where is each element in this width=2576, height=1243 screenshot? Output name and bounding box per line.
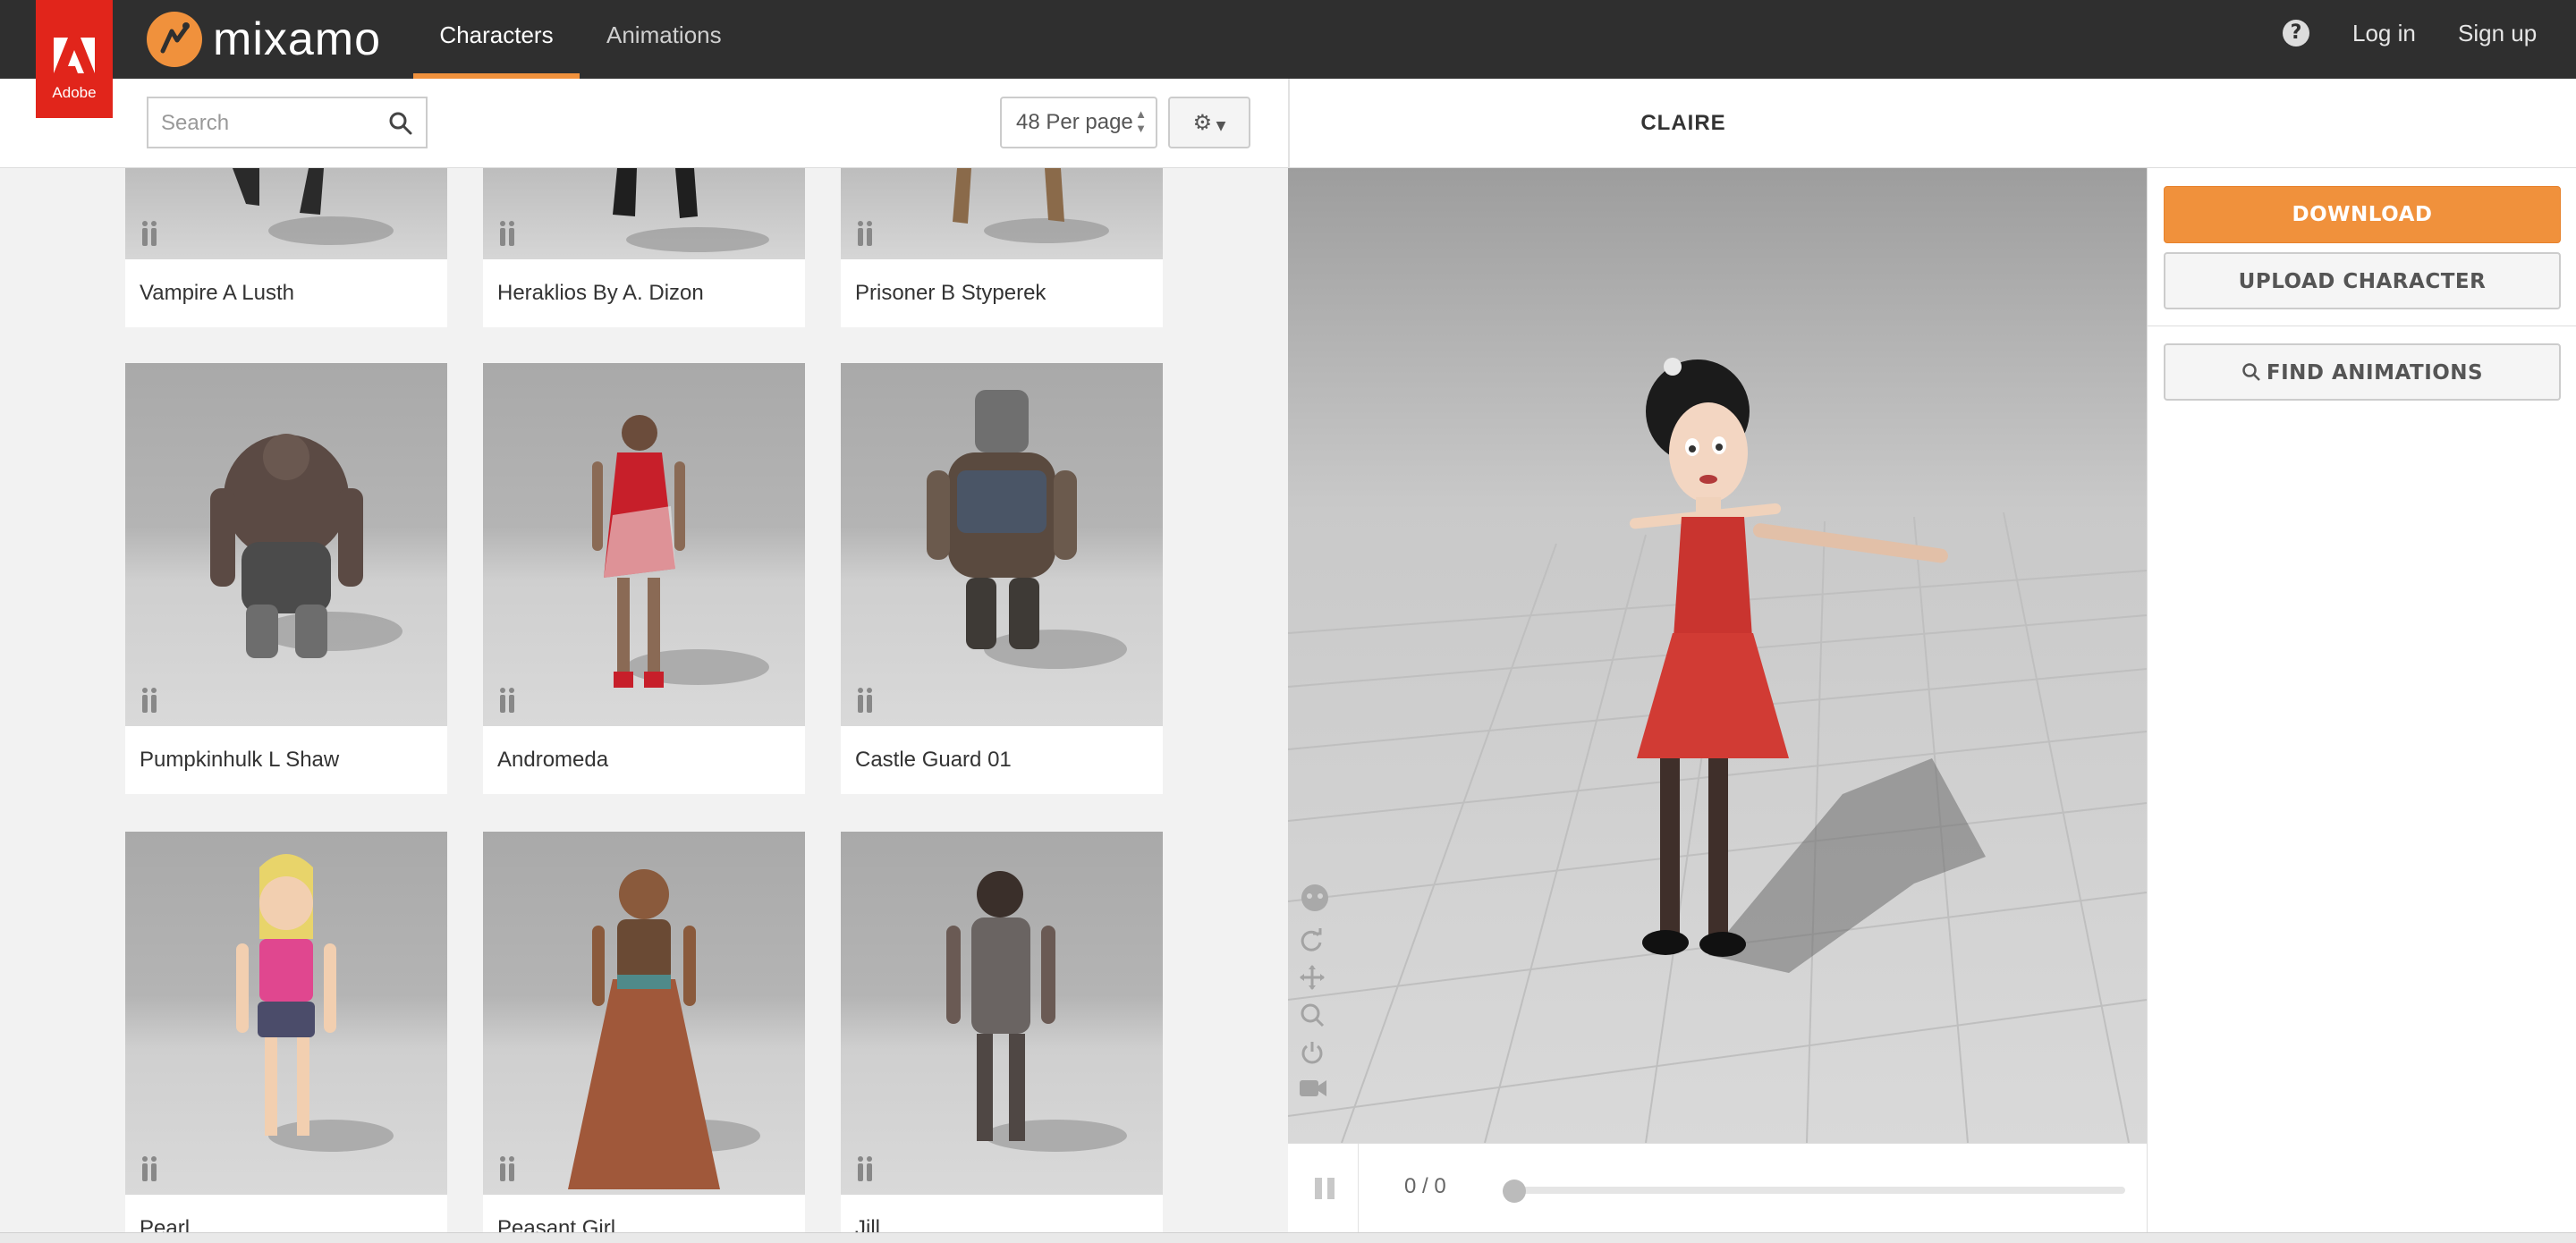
- mixamo-logo-icon: [147, 12, 202, 67]
- rigged-character-icon: [500, 688, 514, 713]
- characters-toolbar: 48 Per page ▲▼ ⚙ ▼: [0, 79, 1288, 168]
- caret-down-icon: ▼: [1212, 119, 1226, 133]
- rigged-character-icon: [858, 1156, 872, 1181]
- power-icon[interactable]: [1299, 1039, 1326, 1066]
- rigged-character-icon: [142, 688, 157, 713]
- playback-bar: 0 / 0: [1288, 1143, 2147, 1233]
- character-thumbnail: [841, 168, 1163, 259]
- character-thumbnail: [483, 168, 805, 259]
- playback-divider: [1358, 1144, 1359, 1233]
- per-page-value: 48 Per page: [1016, 110, 1133, 134]
- character-card[interactable]: Castle Guard 01: [841, 363, 1163, 794]
- rigged-character-icon: [500, 1156, 514, 1181]
- timeline-scrubber[interactable]: [1504, 1187, 2125, 1194]
- move-icon[interactable]: [1299, 964, 1326, 991]
- character-grid: Vampire A Lusth Heraklios By A. Dizon Pr…: [0, 168, 1288, 1232]
- viewer-header: CLAIRE: [1288, 79, 2576, 168]
- reset-rotate-icon[interactable]: [1299, 926, 1326, 953]
- help-icon[interactable]: ?: [2283, 20, 2309, 47]
- top-navbar: mixamo Characters Animations ? Log in Si…: [0, 0, 2576, 79]
- signup-link[interactable]: Sign up: [2458, 20, 2537, 47]
- character-name: Prisoner B Styperek: [855, 281, 1046, 305]
- character-figure: [946, 871, 1127, 1152]
- character-name: Castle Guard 01: [855, 748, 1012, 772]
- settings-dropdown-button[interactable]: ⚙ ▼: [1168, 97, 1250, 148]
- pause-icon[interactable]: [1313, 1176, 1336, 1201]
- skeleton-icon[interactable]: [1299, 882, 1331, 914]
- viewer-controls: [1299, 882, 1331, 1111]
- character-card[interactable]: Peasant Girl: [483, 832, 805, 1232]
- character-name: Vampire A Lusth: [140, 281, 294, 305]
- search-input[interactable]: [161, 109, 376, 138]
- character-thumbnail: [483, 363, 805, 726]
- select-arrows-icon: ▲ ▼: [1135, 107, 1147, 135]
- zoom-icon[interactable]: [1299, 1002, 1326, 1028]
- viewport-scene: [1288, 168, 2147, 1143]
- login-link[interactable]: Log in: [2352, 20, 2416, 47]
- selected-character-title: CLAIRE: [1640, 111, 1726, 135]
- character-name: Jill: [855, 1216, 880, 1232]
- search-box: [147, 97, 428, 148]
- scrubber-handle[interactable]: [1503, 1180, 1526, 1203]
- character-figure: [613, 168, 769, 252]
- character-figure: [953, 168, 1109, 243]
- character-figure: [592, 415, 769, 688]
- character-thumbnail: [483, 832, 805, 1195]
- camera-icon[interactable]: [1299, 1077, 1327, 1100]
- character-card[interactable]: Andromeda: [483, 363, 805, 794]
- rigged-character-icon: [500, 221, 514, 246]
- character-name: Heraklios By A. Dizon: [497, 281, 704, 305]
- find-animations-button[interactable]: FIND ANIMATIONS: [2164, 343, 2561, 401]
- mixamo-logo[interactable]: mixamo: [147, 4, 381, 75]
- frame-counter: 0 / 0: [1404, 1174, 1446, 1198]
- adobe-logo-icon: [54, 38, 95, 73]
- find-animations-label: FIND ANIMATIONS: [2266, 361, 2484, 385]
- character-card[interactable]: Prisoner B Styperek: [841, 168, 1163, 327]
- character-name: Pearl: [140, 1216, 191, 1232]
- brand-name: mixamo: [213, 13, 382, 65]
- rigged-character-icon: [142, 1156, 157, 1181]
- character-card[interactable]: Vampire A Lusth: [125, 168, 447, 327]
- gear-icon: ⚙: [1192, 110, 1213, 135]
- character-thumbnail: [125, 363, 447, 726]
- tab-characters[interactable]: Characters: [413, 0, 580, 79]
- rigged-character-icon: [858, 688, 872, 713]
- character-name: Pumpkinhulk L Shaw: [140, 748, 340, 772]
- character-card[interactable]: Heraklios By A. Dizon: [483, 168, 805, 327]
- character-name: Andromeda: [497, 748, 609, 772]
- character-figure: [927, 390, 1127, 669]
- character-card[interactable]: Pearl: [125, 832, 447, 1232]
- search-icon: [2242, 363, 2260, 381]
- 3d-viewport[interactable]: [1288, 168, 2147, 1143]
- character-card[interactable]: Pumpkinhulk L Shaw: [125, 363, 447, 794]
- download-button[interactable]: DOWNLOAD: [2164, 186, 2561, 243]
- character-figure: [236, 854, 394, 1152]
- character-thumbnail: [841, 363, 1163, 726]
- adobe-badge[interactable]: Adobe: [36, 0, 113, 118]
- search-icon[interactable]: [388, 111, 413, 136]
- character-figure: [233, 168, 394, 245]
- action-panel: DOWNLOAD UPLOAD CHARACTER FIND ANIMATION…: [2147, 168, 2576, 1232]
- character-thumbnail: [125, 168, 447, 259]
- rigged-character-icon: [858, 221, 872, 246]
- upload-character-button[interactable]: UPLOAD CHARACTER: [2164, 252, 2561, 309]
- character-figure: [568, 869, 760, 1189]
- per-page-select[interactable]: 48 Per page ▲ ▼: [1000, 97, 1157, 148]
- character-name: Peasant Girl: [497, 1216, 616, 1232]
- bottom-scroll-strip: [0, 1232, 2576, 1243]
- character-card[interactable]: Jill: [841, 832, 1163, 1232]
- character-figure: [210, 434, 402, 658]
- rigged-character-icon: [142, 221, 157, 246]
- tab-animations[interactable]: Animations: [606, 0, 722, 79]
- adobe-label: Adobe: [52, 84, 97, 101]
- character-thumbnail: [125, 832, 447, 1195]
- character-thumbnail: [841, 832, 1163, 1195]
